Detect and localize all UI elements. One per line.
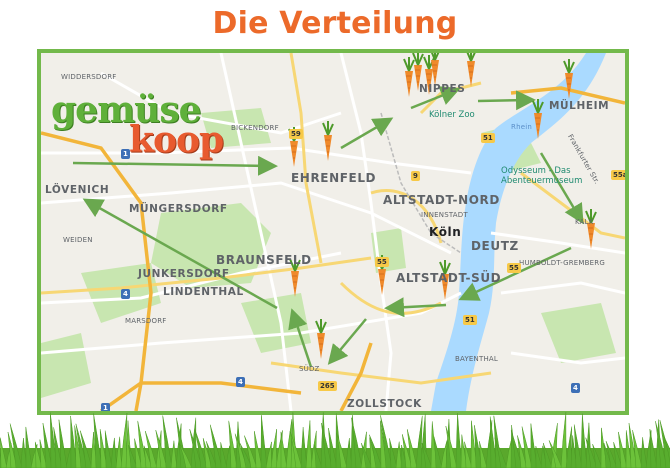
grass-blade	[560, 412, 568, 468]
district-muelheim: MÜLHEIM	[549, 100, 610, 112]
district-ehrenfeld: EHRENFELD	[291, 171, 377, 185]
road-shield: 9	[411, 171, 420, 181]
grass-blade	[305, 420, 313, 468]
road-shield: 1	[121, 149, 130, 159]
road-shield: 55	[375, 257, 389, 267]
poi-zoo: Kölner Zoo	[429, 110, 475, 120]
poi-odysseum-line-2: Abenteuermuseum	[501, 176, 583, 186]
road-shield: 4	[121, 289, 130, 299]
district-muengersdorf: MÜNGERSDORF	[129, 203, 228, 215]
road-shield: 51	[481, 133, 495, 143]
district-altstadt-sued: ALTSTADT-SÜD	[396, 271, 502, 285]
road-shield: 51	[463, 315, 477, 325]
grass-decoration	[0, 412, 670, 468]
label-bayenthal: BAYENTHAL	[455, 355, 499, 363]
road-shield: 4	[236, 377, 245, 387]
label-widdersdorf: WIDDERSDORF	[61, 73, 117, 81]
gemuesekoop-logo: gemüse koop	[51, 89, 251, 161]
logo-line-2: koop	[129, 119, 224, 161]
road-shield: 55	[507, 263, 521, 273]
label-kalk: KALK	[575, 218, 594, 226]
label-humboldt-gremberg: HUMBOLDT-GREMBERG	[519, 259, 605, 267]
map-frame: gemüse koop NIPPES MÜLHEIM EHRENFELD LÖV…	[37, 49, 629, 415]
district-loevenich: LÖVENICH	[45, 184, 110, 196]
label-weiden: WEIDEN	[63, 236, 93, 244]
grass-blade	[25, 426, 33, 468]
label-marsdorf: MARSDORF	[125, 317, 167, 325]
district-altstadt-nord: ALTSTADT-NORD	[383, 193, 500, 207]
poi-odysseum-line-1: Odysseum - Das	[501, 166, 571, 176]
grass-blade	[260, 415, 268, 468]
label-rhein: Rhein	[511, 123, 532, 131]
road-shield: 4	[571, 383, 580, 393]
label-suedz: SÜDZ	[299, 365, 320, 373]
road-shield: 265	[318, 381, 337, 391]
label-bickendorf: BICKENDORF	[231, 124, 279, 132]
district-nippes: NIPPES	[419, 83, 466, 95]
city-koeln: Köln	[429, 225, 462, 239]
district-braunsfeld: BRAUNSFELD	[216, 253, 312, 267]
grass-blade	[580, 413, 588, 468]
district-junkersdorf: JUNKERSDORF	[138, 268, 230, 280]
road-shield: 59	[289, 129, 303, 139]
page-title: Die Verteilung	[212, 6, 458, 41]
district-deutz: DEUTZ	[471, 239, 519, 253]
label-innenstadt: INNENSTADT	[421, 211, 468, 219]
road-shield: 55a	[611, 170, 628, 180]
district-lindenthal: LINDENTHAL	[163, 286, 244, 298]
